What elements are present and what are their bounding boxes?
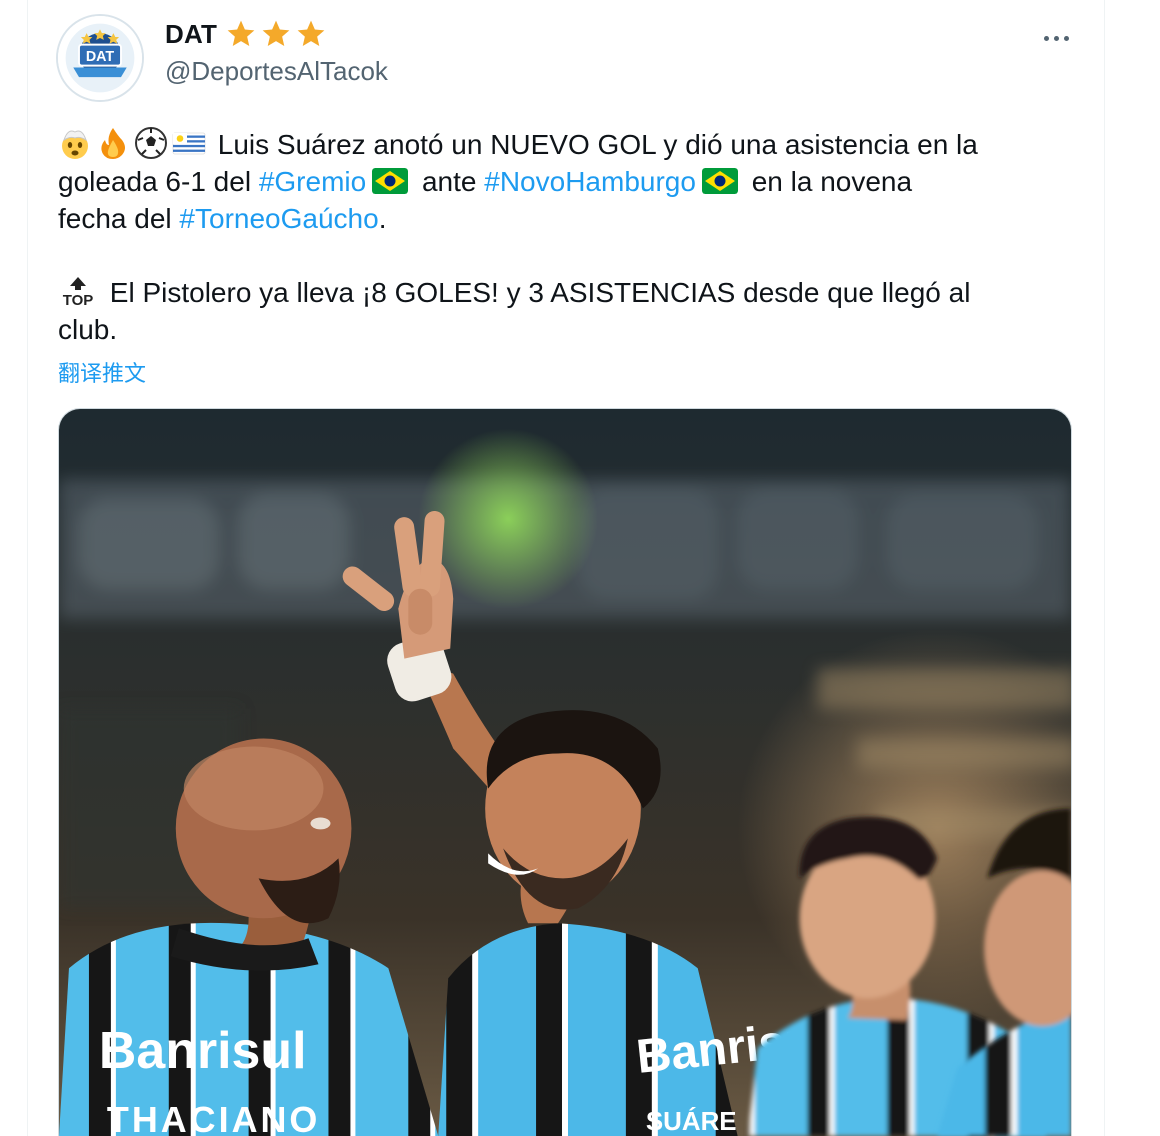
more-options-button[interactable] [1034,20,1078,56]
center-jersey-name-text: SUÁRE [646,1107,737,1136]
tweet-line-2b: ante [414,166,485,197]
soccer-ball-emoji-icon [135,127,167,159]
uruguay-flag-icon [172,132,206,155]
soccer-celebration-photo: Banrisu SUÁRE Banrisul THACIANO [59,409,1071,1136]
tweet-line-1-text: Luis Suárez anotó un NUEVO GOL y dió una… [210,129,978,160]
hashtag-gremio-link[interactable]: #Gremio [259,166,366,197]
more-dot [1053,35,1059,41]
dat-logo-icon: DAT [58,16,142,100]
star-icon [297,20,325,46]
avatar-logo-text: DAT [86,49,115,65]
translate-tweet-link[interactable]: 翻译推文 [58,356,146,388]
star-icon [227,20,255,46]
tweet-line-2a: goleada 6-1 del [58,166,259,197]
hashtag-novohamburgo-link[interactable]: #NovoHamburgo [484,166,696,197]
brazil-flag-icon [701,168,738,194]
left-gutter [0,0,28,1136]
tweet-line-3a: fecha del [58,203,180,234]
author-handle[interactable]: @DeportesAlTacok [165,56,388,87]
tweet-line-4: TOP El Pistolero ya lleva ¡8 GOLES! y 3 … [58,274,1068,311]
author-display-name[interactable]: DAT [165,19,217,50]
tweet-line-2c: en la novena [743,166,913,197]
tweet-line-5: club. [58,314,118,345]
more-dot [1063,35,1069,41]
tweet-line-1: Luis Suárez anotó un NUEVO GOL y dió una… [58,126,1068,163]
right-gutter [1104,0,1160,1136]
top-arrow-emoji-icon: TOP [63,277,94,308]
top-emoji-label: TOP [63,292,94,308]
tweet-line-3: fecha del #TorneoGaúcho. [58,200,1068,237]
tweet-text: Luis Suárez anotó un NUEVO GOL y dió una… [58,126,1068,348]
exploding-head-emoji-icon [62,130,88,159]
tweet-line-2: goleada 6-1 del #Gremio ante #NovoHambur… [58,163,1068,200]
fire-emoji-icon [101,128,125,159]
brazil-flag-icon [372,168,409,194]
more-horizontal-icon [1043,35,1049,41]
star-badges [225,18,327,50]
tweet-line-4-text: El Pistolero ya lleva ¡8 GOLES! y 3 ASIS… [102,277,971,308]
left-jersey-name-text: THACIANO [107,1099,320,1136]
avatar[interactable]: DAT [56,14,144,102]
left-sponsor-text: Banrisul [99,1022,307,1080]
author-name-row: DAT [165,18,327,50]
tweet-line-3b: . [378,203,387,234]
tweet-card[interactable]: DAT DAT @DeportesAlTacok Luis Suárez ano… [28,0,1104,1136]
star-icon [262,20,290,46]
hashtag-torneogaucho-link[interactable]: #TorneoGaúcho [179,203,378,234]
tweet-photo[interactable]: Banrisu SUÁRE Banrisul THACIANO [58,408,1072,1136]
